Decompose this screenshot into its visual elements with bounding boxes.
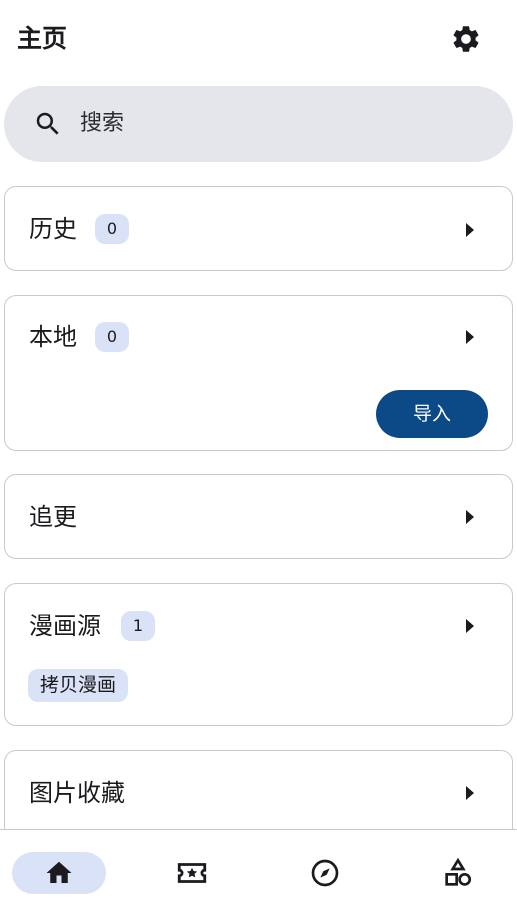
chevron-right-icon bbox=[466, 619, 474, 633]
nav-categories[interactable] bbox=[411, 852, 505, 894]
ticket-star-icon bbox=[177, 863, 207, 883]
search-placeholder: 搜索 bbox=[80, 111, 125, 136]
shapes-icon bbox=[445, 857, 472, 886]
chevron-right-icon bbox=[466, 330, 474, 344]
sources-title: 漫画源 bbox=[29, 612, 101, 640]
import-button[interactable]: 导入 bbox=[376, 390, 488, 438]
chevron-right-icon bbox=[466, 510, 474, 524]
chevron-right-icon bbox=[466, 786, 474, 800]
nav-favorites[interactable] bbox=[145, 852, 239, 894]
gear-icon[interactable] bbox=[449, 22, 483, 56]
chevron-right-icon bbox=[466, 223, 474, 237]
search-bar[interactable]: 搜索 bbox=[4, 86, 513, 162]
nav-explore[interactable] bbox=[278, 852, 372, 894]
comic-sources-card[interactable]: 漫画源 1 拷贝漫画 bbox=[4, 583, 513, 726]
bottom-navigation bbox=[0, 829, 517, 907]
follow-updates-card[interactable]: 追更 bbox=[4, 474, 513, 559]
local-count-badge: 0 bbox=[95, 322, 129, 352]
top-app-bar: 主页 bbox=[0, 0, 517, 78]
history-card[interactable]: 历史 0 bbox=[4, 186, 513, 271]
search-icon bbox=[33, 109, 63, 139]
favorites-title: 图片收藏 bbox=[29, 779, 125, 807]
local-card[interactable]: 本地 0 导入 bbox=[4, 295, 513, 451]
compass-icon bbox=[311, 859, 339, 887]
source-chip[interactable]: 拷贝漫画 bbox=[28, 669, 129, 702]
history-count-badge: 0 bbox=[95, 214, 129, 244]
nav-home[interactable] bbox=[12, 852, 106, 894]
page-title: 主页 bbox=[17, 24, 68, 53]
history-title: 历史 bbox=[29, 215, 77, 243]
follow-title: 追更 bbox=[29, 503, 77, 531]
local-title: 本地 bbox=[29, 323, 77, 351]
sources-count-badge: 1 bbox=[121, 611, 155, 641]
home-icon bbox=[46, 861, 72, 883]
